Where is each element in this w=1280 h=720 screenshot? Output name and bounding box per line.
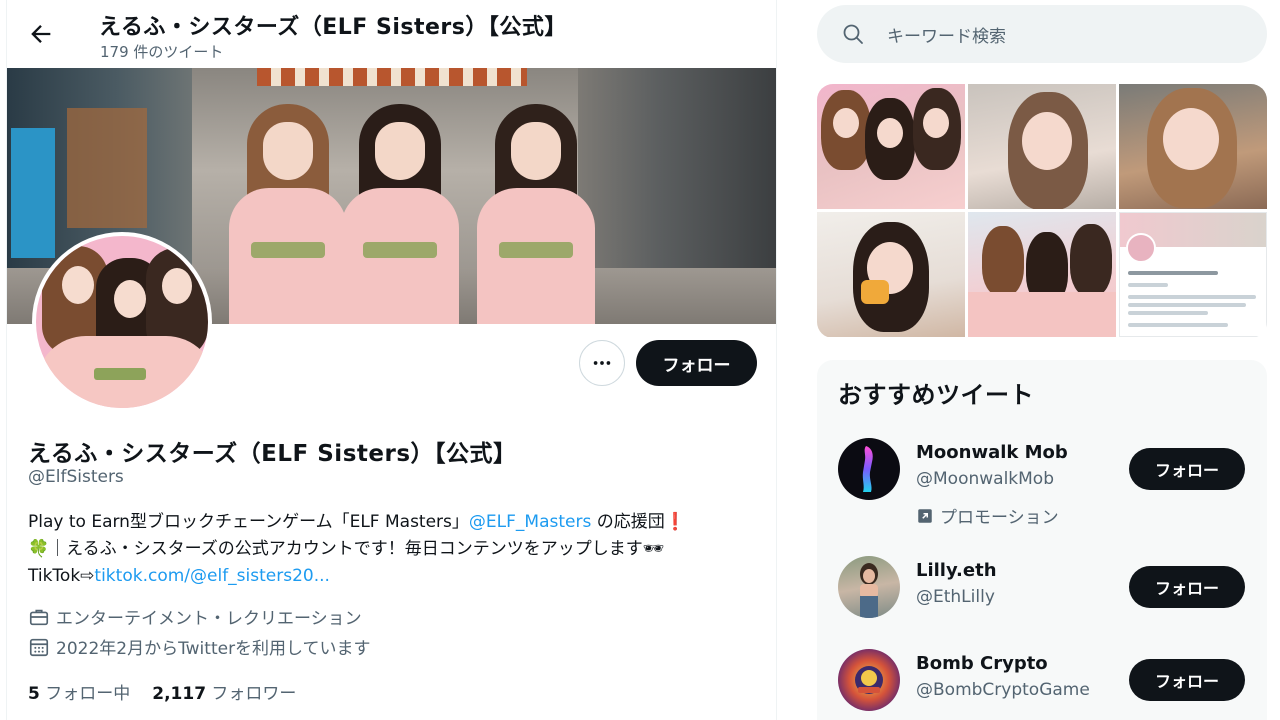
following-link[interactable]: 5 フォロー中 <box>28 684 130 704</box>
arrow-left-icon[interactable] <box>27 20 55 48</box>
profile-name: えるふ・シスターズ（ELF Sisters）【公式】 <box>28 441 517 467</box>
recommended-panel: おすすめツイート Moonwalk Mob @MoonwalkMob プロモーシ… <box>817 360 1267 720</box>
follow-button[interactable]: フォロー <box>1129 566 1245 608</box>
recommended-title: おすすめツイート <box>838 381 1034 409</box>
category-text: エンターテイメント・レクリエーション <box>56 609 362 629</box>
following-count: 5 <box>28 684 40 704</box>
bio-text: TikTok⇨ <box>28 566 95 586</box>
tweet-count: 179 件のツイート <box>100 43 224 61</box>
media-grid <box>817 84 1267 338</box>
exclamation-icon: ❗ <box>664 512 686 532</box>
media-thumbnail[interactable] <box>817 212 965 337</box>
promoted-label: プロモーション <box>916 503 1059 528</box>
account-name: Moonwalk Mob <box>916 442 1068 463</box>
recommended-account[interactable]: Lilly.eth @EthLilly フォロー <box>838 556 1248 636</box>
profile-bio: Play to Earn型ブロックチェーンゲーム「ELF Masters」@EL… <box>28 509 768 590</box>
promoted-text: プロモーション <box>940 508 1059 528</box>
bio-text: ｜えるふ・シスターズの公式アカウントです！毎日コンテンツをアップします🕶 <box>49 539 665 559</box>
joined-text: 2022年2月からTwitterを利用しています <box>56 639 371 659</box>
avatar <box>838 649 900 711</box>
clover-icon: 🍀 <box>28 539 50 559</box>
profile-handle: @ElfSisters <box>28 467 124 487</box>
avatar <box>838 556 900 618</box>
account-name: Lilly.eth <box>916 560 997 581</box>
search-input[interactable]: キーワード検索 <box>817 5 1267 63</box>
followers-link[interactable]: 2,117 フォロワー <box>152 684 296 704</box>
follow-stats: 5 フォロー中 2,117 フォロワー <box>28 679 296 704</box>
calendar-icon <box>29 638 49 656</box>
account-handle: @EthLilly <box>916 587 995 607</box>
profile-joined: 2022年2月からTwitterを利用しています <box>28 634 371 659</box>
recommended-account[interactable]: Moonwalk Mob @MoonwalkMob プロモーション フォロー <box>838 438 1248 528</box>
account-handle: @BombCryptoGame <box>916 680 1090 700</box>
profile-header-bar: えるふ・シスターズ（ELF Sisters）【公式】 179 件のツイート <box>7 0 776 68</box>
media-thumbnail[interactable] <box>1119 84 1267 209</box>
more-horizontal-icon <box>593 361 611 365</box>
account-name: Bomb Crypto <box>916 653 1048 674</box>
following-label: フォロー中 <box>39 684 131 704</box>
header-title: えるふ・シスターズ（ELF Sisters）【公式】 <box>99 15 567 40</box>
media-thumbnail[interactable] <box>1119 212 1267 337</box>
bio-text: Play to Earn型ブロックチェーンゲーム「ELF Masters」 <box>28 512 469 532</box>
bio-line-3: TikTok⇨tiktok.com/@elf_sisters20... <box>28 563 768 590</box>
search-placeholder: キーワード検索 <box>887 26 1006 47</box>
follow-button[interactable]: フォロー <box>636 340 757 386</box>
profile-category: エンターテイメント・レクリエーション <box>28 604 362 629</box>
briefcase-icon <box>29 609 49 625</box>
follow-button[interactable]: フォロー <box>1129 448 1245 490</box>
profile-avatar[interactable] <box>32 232 212 412</box>
bio-line-1: Play to Earn型ブロックチェーンゲーム「ELF Masters」@EL… <box>28 509 768 536</box>
media-thumbnail[interactable] <box>817 84 965 209</box>
tiktok-link[interactable]: tiktok.com/@elf_sisters20... <box>94 566 330 586</box>
bio-line-2: 🍀｜えるふ・シスターズの公式アカウントです！毎日コンテンツをアップします🕶 <box>28 536 768 563</box>
search-icon <box>843 24 863 44</box>
followers-label: フォロワー <box>206 684 297 704</box>
bio-text: の応援団 <box>591 512 665 532</box>
promoted-icon <box>918 508 932 523</box>
mention-link[interactable]: @ELF_Masters <box>469 512 591 532</box>
more-options-button[interactable] <box>579 340 625 386</box>
profile-column: えるふ・シスターズ（ELF Sisters）【公式】 179 件のツイート フォ… <box>6 0 777 720</box>
follow-button[interactable]: フォロー <box>1129 659 1245 701</box>
media-thumbnail[interactable] <box>968 84 1116 209</box>
media-thumbnail[interactable] <box>968 212 1116 337</box>
recommended-account[interactable]: Bomb Crypto @BombCryptoGame フォロー <box>838 649 1248 720</box>
account-handle: @MoonwalkMob <box>916 469 1054 489</box>
avatar <box>838 438 900 500</box>
followers-count: 2,117 <box>152 684 207 704</box>
